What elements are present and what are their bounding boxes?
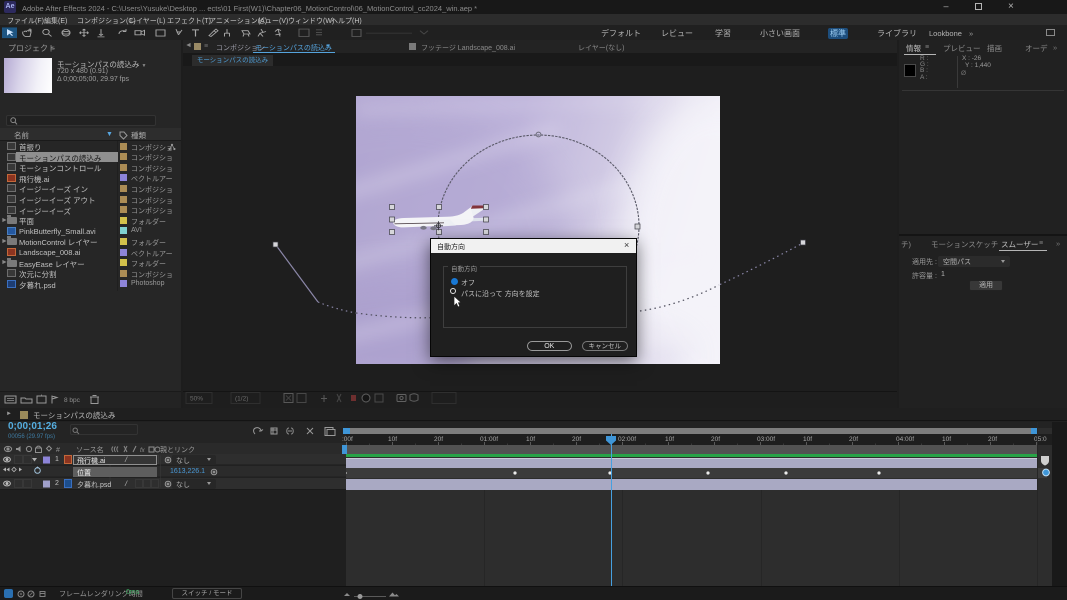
svg-text:50%: 50% [190,396,203,403]
svg-text:(1/2): (1/2) [235,396,248,403]
svg-text:8 bpc: 8 bpc [64,397,81,404]
